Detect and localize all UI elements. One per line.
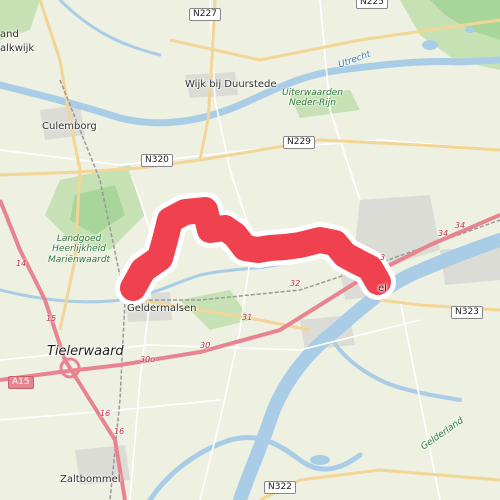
label-landgoed: Landgoed Heerlijkheid Mariënwaardt	[48, 234, 111, 265]
map-view[interactable]: Wijk bij Duurstede Culemborg Geldermalse…	[0, 0, 500, 500]
place-tiel-partial: el	[378, 283, 387, 294]
route-number-16b: 16	[114, 427, 125, 436]
route-number-14: 14	[16, 259, 27, 268]
road-shield-n229: N229	[283, 136, 315, 149]
place-tielerwaard: Tielerwaard	[47, 344, 124, 359]
place-geldermalsen: Geldermalsen	[127, 303, 197, 314]
route-number-34b: 34	[455, 221, 466, 230]
route-number-30o: 30o	[140, 355, 156, 364]
road-shield-n323: N323	[451, 306, 483, 319]
place-wijk-bij-duurstede: Wijk bij Duurstede	[185, 79, 277, 90]
label-uiterwaarden: Uiterwaarden Neder-Rijn	[282, 88, 343, 109]
place-top-left-1: and	[0, 29, 19, 40]
route-number-32: 32	[290, 279, 301, 288]
road-shield-n320: N320	[141, 154, 173, 167]
route-number-16a: 16	[100, 409, 111, 418]
road-shield-n227: N227	[189, 8, 221, 21]
route-number-33: 3	[380, 253, 386, 262]
route-number-30: 30	[200, 341, 211, 350]
place-culemborg: Culemborg	[42, 121, 97, 132]
route-number-15: 15	[46, 314, 57, 323]
road-shield-n225-partial: N225	[356, 0, 388, 9]
place-zaltbommel: Zaltbommel	[60, 474, 121, 485]
road-shield-n322: N322	[264, 481, 296, 494]
route-number-31: 31	[242, 313, 253, 322]
place-top-left-2: alkwijk	[0, 43, 35, 54]
route-number-34: 34	[438, 229, 449, 238]
road-shield-a15: A15	[8, 376, 34, 389]
